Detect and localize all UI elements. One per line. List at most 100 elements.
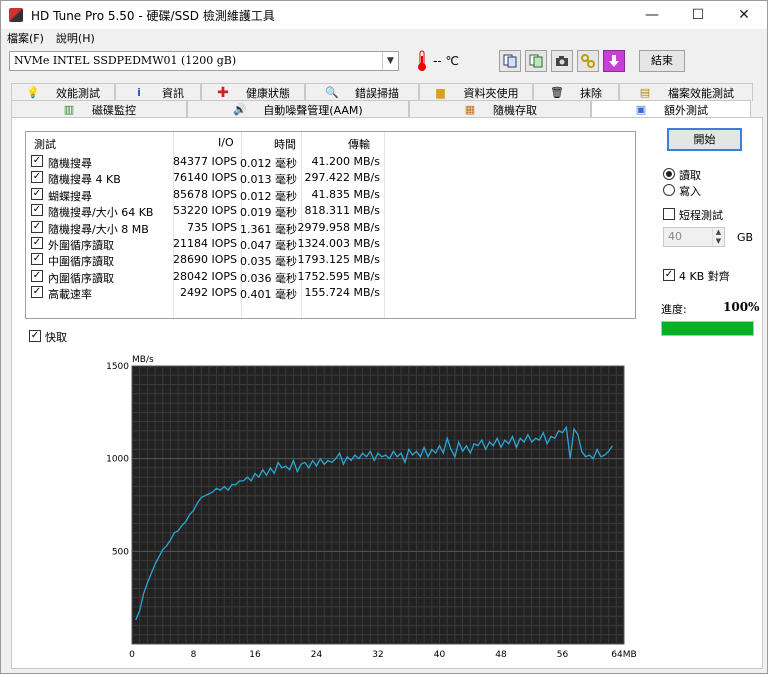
row-transfer: 41.835 MB/s xyxy=(311,187,380,201)
row-checkbox[interactable]: ✓ xyxy=(31,171,43,184)
table-row[interactable]: ✓ 隨機搜尋/大小 64 KB 53220 IOPS 0.019 毫秒 818.311 … xyxy=(26,202,635,219)
row-transfer: 1752.595 MB/s xyxy=(297,269,380,283)
table-row[interactable]: ✓ 高載速率 2492 IOPS 0.401 毫秒 155.724 MB/s xyxy=(26,284,635,302)
tab-file-benchmark[interactable]: ▤ 檔案效能測試 xyxy=(619,83,753,101)
monitor-icon: ▥ xyxy=(63,103,75,116)
header-test[interactable]: 測試 xyxy=(34,136,56,152)
options-button[interactable] xyxy=(577,50,599,72)
speaker-icon: 🔊 xyxy=(233,103,248,116)
read-radio-dot[interactable] xyxy=(663,168,675,180)
menu-file[interactable]: 檔案(F) xyxy=(7,30,44,46)
close-icon: ✕ xyxy=(738,7,750,23)
cache-checkbox[interactable]: ✓ 快取 xyxy=(29,329,109,344)
minimize-button[interactable]: — xyxy=(629,1,675,29)
extra-tests-icon: ▣ xyxy=(635,103,647,116)
exit-button[interactable]: 結束 xyxy=(639,50,685,72)
tab-erase[interactable]: 🗑 抹除 xyxy=(533,83,619,101)
x-tick-label: 48 xyxy=(495,650,507,660)
y-tick-label: 1000 xyxy=(106,455,129,465)
row-test-name: 高載速率 xyxy=(48,288,92,302)
maximize-button[interactable]: ☐ xyxy=(675,1,721,29)
tab-aam[interactable]: 🔊 自動噪聲管理(AAM) xyxy=(187,100,409,118)
row-checkbox[interactable]: ✓ xyxy=(31,253,43,266)
table-row[interactable]: ✓ 隨機搜尋/大小 8 MB 735 IOPS 1.361 毫秒 2979.958 MB… xyxy=(26,219,635,236)
spin-down-icon[interactable]: ▼ xyxy=(712,237,724,246)
table-row[interactable]: ✓ 中圍循序讀取 28690 IOPS 0.035 毫秒 1793.125 MB/s xyxy=(26,251,635,268)
row-transfer: 2979.958 MB/s xyxy=(297,220,380,234)
tab-info[interactable]: i 資訊 xyxy=(115,83,201,101)
menu-help[interactable]: 說明(H) xyxy=(56,30,95,46)
x-tick-label: 64MB xyxy=(611,650,636,660)
size-spinner[interactable]: 40 ▲ ▼ xyxy=(663,227,725,247)
cache-label: 快取 xyxy=(45,331,67,344)
camera-icon xyxy=(556,56,568,66)
random-access-icon: ▦ xyxy=(464,103,476,116)
tab-benchmark[interactable]: 💡 效能測試 xyxy=(11,83,115,101)
trash-icon: 🗑 xyxy=(550,86,564,99)
progress-fill xyxy=(662,322,753,335)
row-checkbox[interactable]: ✓ xyxy=(31,187,43,200)
screenshot-button[interactable] xyxy=(551,50,573,72)
row-checkbox[interactable]: ✓ xyxy=(31,269,43,282)
short-test-checkbox[interactable]: 短程測試 xyxy=(663,207,753,222)
header-io[interactable]: I/O xyxy=(218,136,234,149)
row-checkbox[interactable]: ✓ xyxy=(31,220,43,233)
start-button[interactable]: 開始 xyxy=(667,128,742,151)
row-io: 85678 IOPS xyxy=(172,187,237,201)
header-transfer[interactable]: 傳輸 xyxy=(348,136,370,152)
row-io: 84377 IOPS xyxy=(172,155,237,168)
align-4kb-checkbox[interactable]: ✓ 4 KB 對齊 xyxy=(663,268,759,283)
header-time[interactable]: 時間 xyxy=(274,136,296,152)
table-row[interactable]: ✓ 隨機搜尋 84377 IOPS 0.012 毫秒 41.200 MB/s xyxy=(26,153,635,170)
lightbulb-icon: 💡 xyxy=(26,86,40,99)
align-4kb-box[interactable]: ✓ xyxy=(663,269,675,281)
drive-select[interactable]: NVMe INTEL SSDPEDMW01 (1200 gB) ▼ xyxy=(9,51,399,71)
size-unit: GB xyxy=(737,231,754,244)
close-button[interactable]: ✕ xyxy=(721,1,767,29)
row-checkbox[interactable]: ✓ xyxy=(31,204,43,217)
row-io: 2492 IOPS xyxy=(179,286,237,300)
row-io: 53220 IOPS xyxy=(172,204,237,218)
write-radio[interactable]: 寫入 xyxy=(663,183,753,198)
short-test-box[interactable] xyxy=(663,208,675,220)
table-row[interactable]: ✓ 外圍循序讀取 21184 IOPS 0.047 毫秒 1324.003 MB/s xyxy=(26,235,635,252)
copy-info-button[interactable] xyxy=(525,50,547,72)
tab-folder-usage[interactable]: ▆ 資料夾使用 xyxy=(419,83,533,101)
tab-label: 額外測試 xyxy=(664,103,708,117)
spin-up-icon[interactable]: ▲ xyxy=(712,228,724,237)
chevron-down-icon[interactable]: ▼ xyxy=(382,52,398,70)
tab-disk-monitor[interactable]: ▥ 磁碟監控 xyxy=(11,100,187,118)
row-checkbox[interactable]: ✓ xyxy=(31,237,43,249)
row-transfer: 297.422 MB/s xyxy=(304,171,380,185)
table-row[interactable]: ✓ 蝴蝶搜尋 85678 IOPS 0.012 毫秒 41.835 MB/s xyxy=(26,186,635,203)
read-radio[interactable]: 讀取 xyxy=(663,167,753,182)
write-radio-dot[interactable] xyxy=(663,184,675,196)
x-tick-label: 24 xyxy=(311,650,323,660)
copy-text-button[interactable] xyxy=(499,50,521,72)
window-title: HD Tune Pro 5.50 - 硬碟/SSD 檢測維護工具 xyxy=(31,8,275,23)
y-tick-label: 1500 xyxy=(106,362,129,372)
magnifier-icon: 🔍 xyxy=(325,86,339,99)
cache-box[interactable]: ✓ xyxy=(29,330,41,342)
table-row[interactable]: ✓ 內圍循序讀取 28042 IOPS 0.036 毫秒 1752.595 MB/s xyxy=(26,268,635,285)
y-tick-label: 500 xyxy=(112,547,129,557)
results-list[interactable]: 測試 I/O 時間 傳輸 ✓ 隨機搜尋 84377 IOPS 0.012 毫秒 41.2… xyxy=(25,131,636,319)
tab-label: 磁碟監控 xyxy=(92,103,136,117)
tab-error-scan[interactable]: 🔍 錯誤掃描 xyxy=(305,83,419,101)
tab-row-bottom: ▥ 磁碟監控 🔊 自動噪聲管理(AAM) ▦ 隨機存取 ▣ 額外測試 xyxy=(11,100,751,118)
tab-health[interactable]: ✚ 健康狀態 xyxy=(201,83,305,101)
row-io: 735 IOPS xyxy=(186,220,237,234)
row-transfer: 1793.125 MB/s xyxy=(297,253,380,267)
tab-extra-tests[interactable]: ▣ 額外測試 xyxy=(591,100,751,118)
row-checkbox[interactable]: ✓ xyxy=(31,155,43,167)
chain-link-icon xyxy=(581,54,595,68)
save-down-button[interactable] xyxy=(603,50,625,72)
row-checkbox[interactable]: ✓ xyxy=(31,286,43,299)
tab-random-access[interactable]: ▦ 隨機存取 xyxy=(409,100,591,118)
tab-label: 錯誤掃描 xyxy=(355,86,399,100)
row-transfer: 818.311 MB/s xyxy=(304,204,380,218)
table-row[interactable]: ✓ 隨機搜尋 4 KB 76140 IOPS 0.013 毫秒 297.422 MB/s xyxy=(26,169,635,186)
short-test-label: 短程測試 xyxy=(679,209,723,222)
title-bar[interactable]: HD Tune Pro 5.50 - 硬碟/SSD 檢測維護工具 — ☐ ✕ xyxy=(1,1,767,29)
x-tick-label: 40 xyxy=(434,650,446,660)
